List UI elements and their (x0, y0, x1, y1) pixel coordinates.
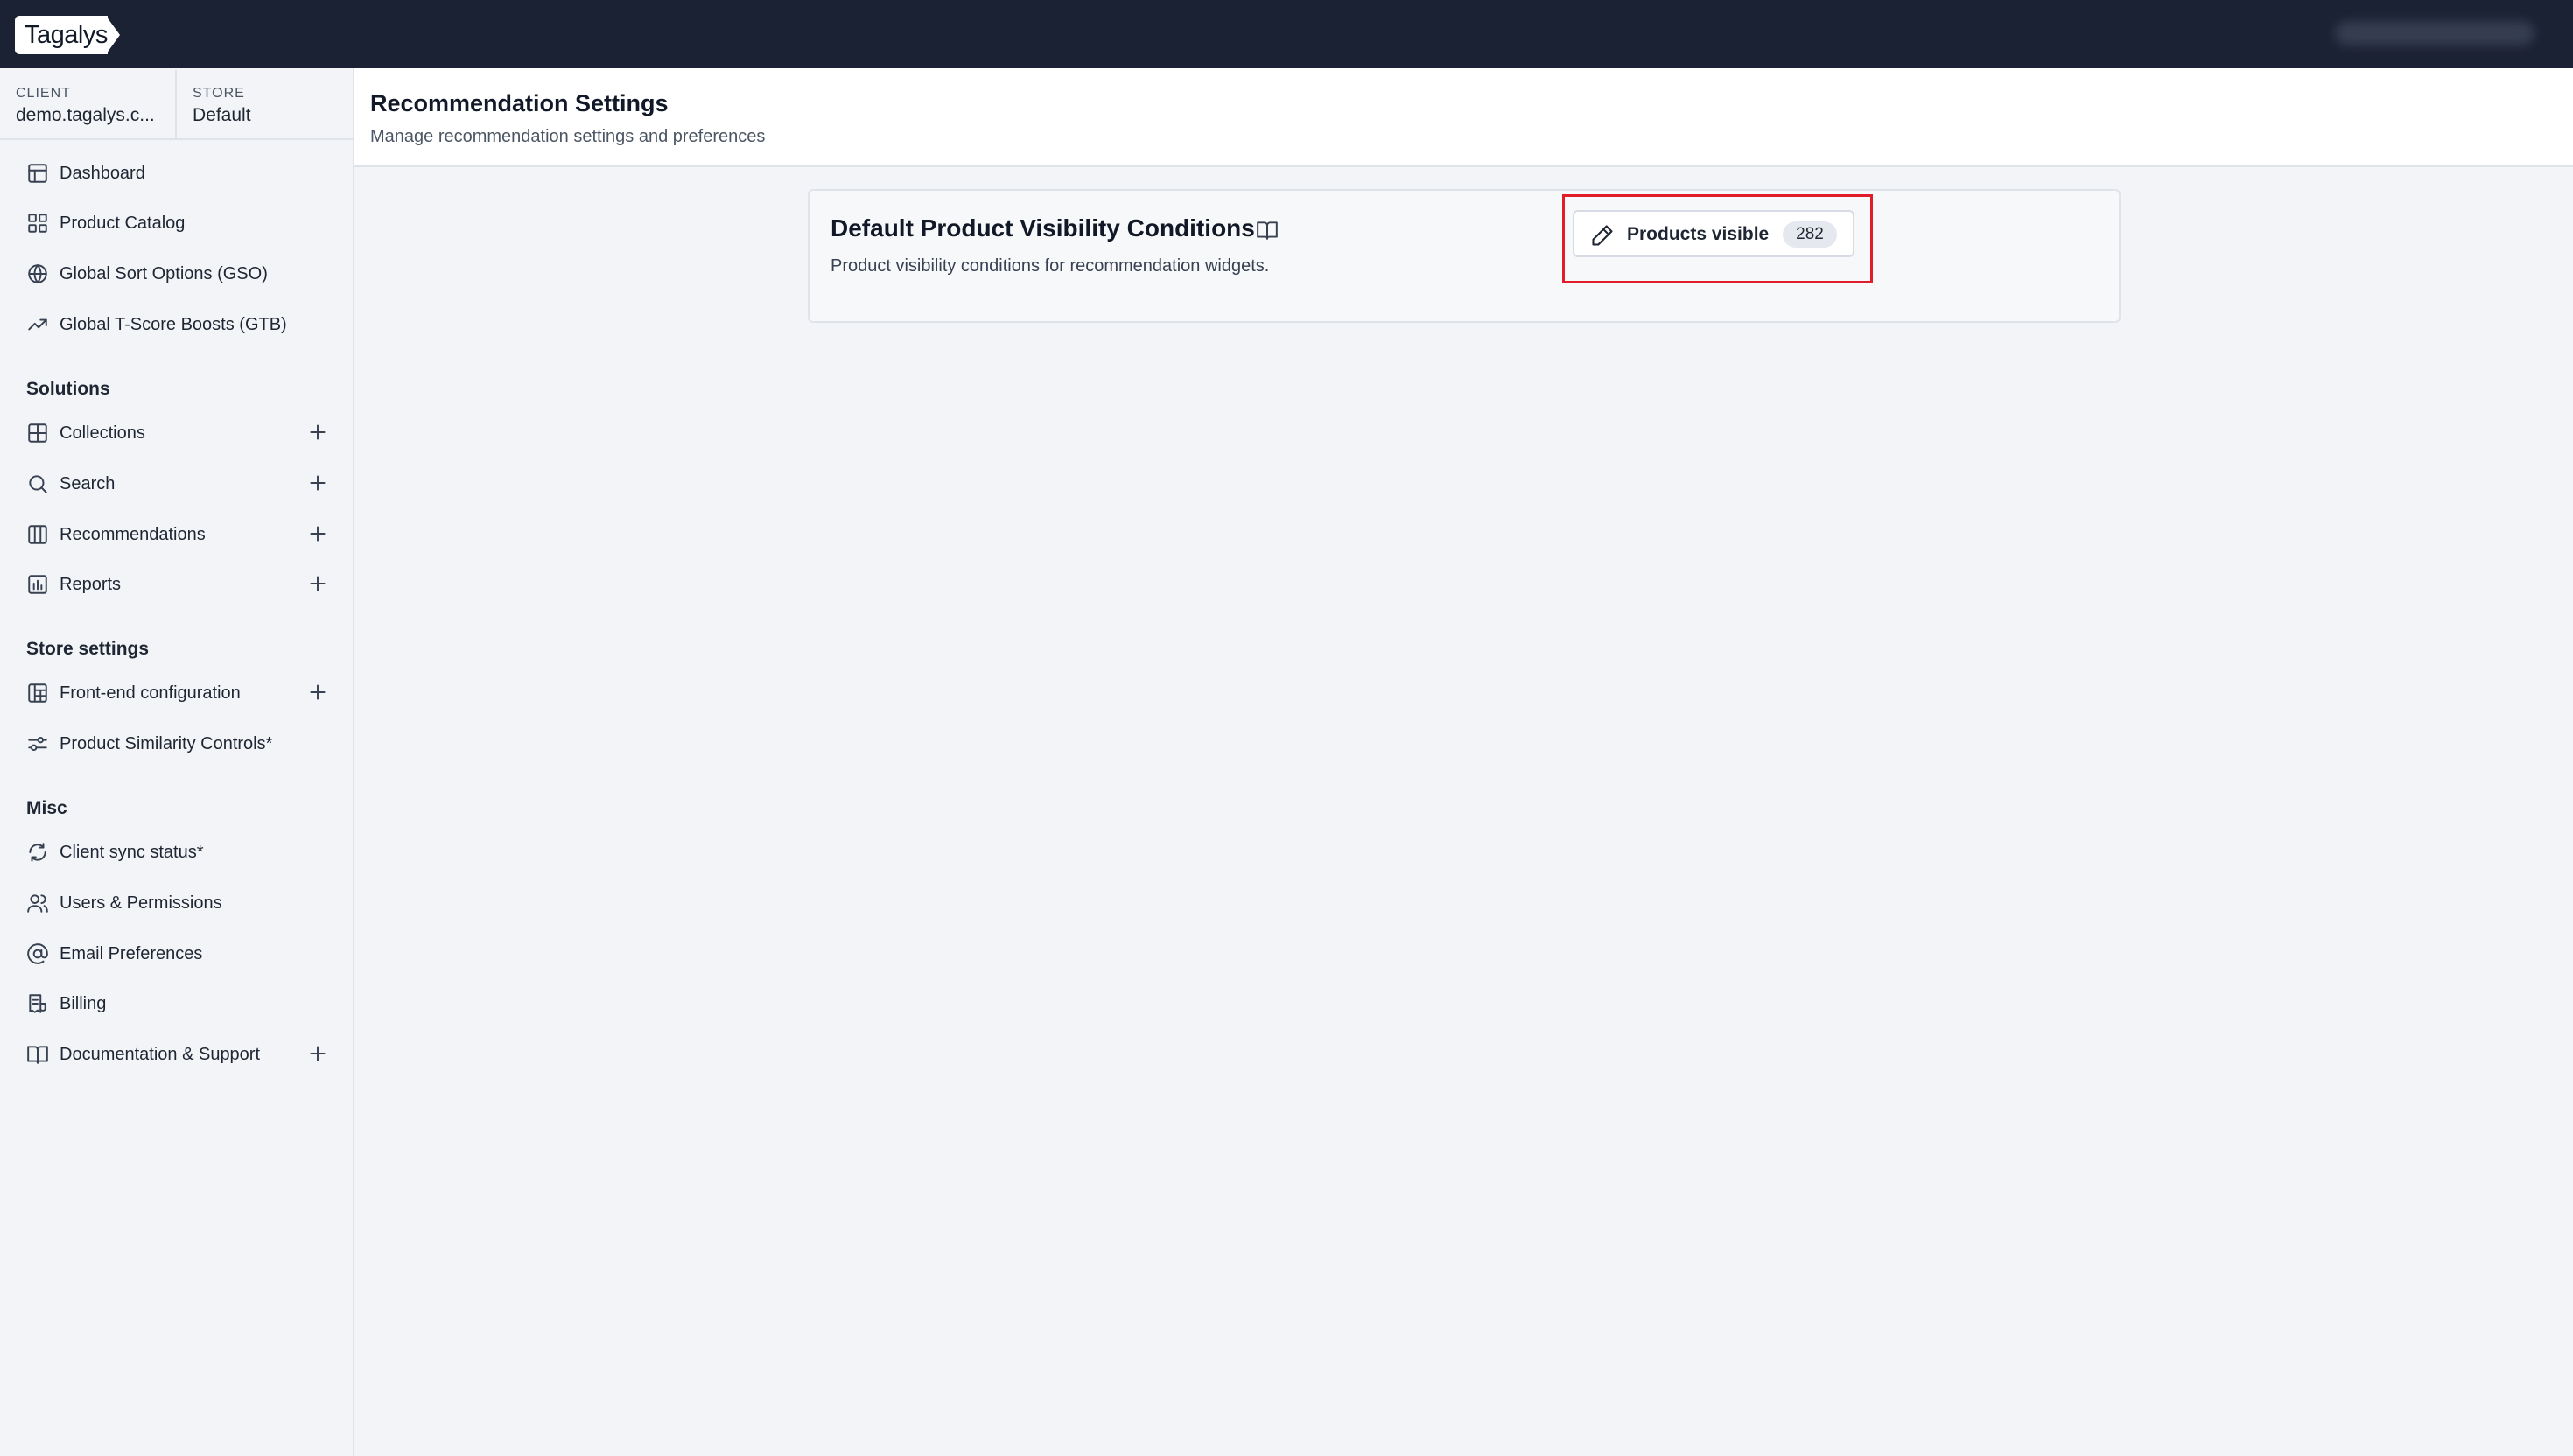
sidebar-item-email-preferences[interactable]: Email Preferences (0, 931, 353, 976)
expand-plus-icon[interactable] (306, 681, 329, 704)
products-visible-button[interactable]: Products visible 282 (1573, 210, 1854, 257)
grid-icon (26, 212, 49, 234)
sidebar-item-recommendations[interactable]: Recommendations (0, 512, 353, 557)
sidebar-item-label: Recommendations (60, 525, 206, 544)
misc-heading: Misc (26, 798, 67, 818)
sliders-icon (26, 732, 49, 755)
sidebar-item-label: Product Similarity Controls* (60, 734, 273, 753)
sidebar-item-label: Collections (60, 424, 145, 443)
sidebar-item-label: Product Catalog (60, 214, 186, 233)
context-switcher: CLIENT demo.tagalys.c... STORE Default (0, 68, 353, 140)
sidebar-item-label: Client sync status* (60, 843, 204, 862)
sidebar-item-gtb[interactable]: Global T-Score Boosts (GTB) (0, 302, 353, 347)
sidebar-item-label: Users & Permissions (60, 893, 222, 913)
products-visible-count-badge: 282 (1783, 221, 1837, 248)
bar-chart-icon (26, 573, 49, 596)
sidebar-item-reports[interactable]: Reports (0, 562, 353, 607)
solutions-heading: Solutions (26, 379, 110, 399)
sidebar-item-label: Front-end configuration (60, 683, 241, 703)
book-open-icon[interactable] (1256, 219, 1279, 242)
sidebar-item-documentation[interactable]: Documentation & Support (0, 1032, 353, 1077)
page-header: Recommendation Settings Manage recommend… (354, 68, 2573, 167)
sidebar-item-similarity-controls[interactable]: Product Similarity Controls* (0, 721, 353, 766)
trending-up-icon (26, 313, 49, 336)
client-label: CLIENT (16, 86, 71, 101)
tagalys-logo[interactable]: Tagalys (15, 16, 122, 54)
store-value: Default (193, 105, 251, 125)
expand-plus-icon[interactable] (306, 472, 329, 494)
sidebar-item-label: Global T-Score Boosts (GTB) (60, 315, 287, 334)
layout-grid-icon (26, 682, 49, 704)
globe-icon (26, 262, 49, 285)
visibility-conditions-card: Default Product Visibility Conditions Pr… (808, 189, 2121, 323)
sidebar-item-billing[interactable]: Billing (0, 981, 353, 1026)
search-icon (26, 472, 49, 495)
store-selector[interactable]: STORE Default (193, 84, 333, 128)
logo-text: Tagalys (25, 21, 108, 49)
layout-icon (26, 162, 49, 185)
book-icon (26, 1043, 49, 1066)
products-visible-label: Products visible (1627, 224, 1770, 244)
client-value: demo.tagalys.c... (16, 105, 155, 125)
page-title: Recommendation Settings (370, 90, 669, 116)
top-bar: Tagalys (0, 0, 2573, 68)
expand-plus-icon[interactable] (306, 421, 329, 444)
expand-plus-icon[interactable] (306, 572, 329, 595)
sidebar-item-collections[interactable]: Collections (0, 410, 353, 456)
client-selector[interactable]: CLIENT demo.tagalys.c... (16, 84, 175, 128)
sidebar-item-label: Reports (60, 575, 122, 594)
sidebar-item-dashboard[interactable]: Dashboard (0, 150, 353, 196)
sidebar-item-frontend-config[interactable]: Front-end configuration (0, 670, 353, 716)
sidebar-item-label: Documentation & Support (60, 1045, 261, 1064)
sidebar: CLIENT demo.tagalys.c... STORE Default D… (0, 68, 354, 1456)
card-title: Default Product Visibility Conditions (831, 214, 1255, 242)
receipt-icon (26, 992, 49, 1015)
users-icon (26, 892, 49, 914)
expand-plus-icon[interactable] (306, 522, 329, 545)
sidebar-item-search[interactable]: Search (0, 461, 353, 507)
expand-plus-icon[interactable] (306, 1042, 329, 1065)
sidebar-item-gso[interactable]: Global Sort Options (GSO) (0, 251, 353, 297)
pencil-icon (1590, 223, 1615, 248)
columns-icon (26, 523, 49, 546)
card-description: Product visibility conditions for recomm… (831, 256, 1270, 276)
table-icon (26, 422, 49, 444)
store-settings-heading: Store settings (26, 639, 150, 659)
sidebar-item-label: Email Preferences (60, 944, 203, 963)
page-subtitle: Manage recommendation settings and prefe… (370, 127, 766, 146)
context-divider (175, 70, 177, 138)
sidebar-item-label: Search (60, 474, 116, 494)
store-label: STORE (193, 86, 245, 101)
user-menu-blurred[interactable] (2335, 21, 2534, 46)
sidebar-item-users-permissions[interactable]: Users & Permissions (0, 880, 353, 926)
at-sign-icon (26, 942, 49, 965)
sidebar-item-label: Dashboard (60, 164, 145, 183)
logo-arrow (106, 16, 120, 54)
sidebar-item-client-sync[interactable]: Client sync status* (0, 830, 353, 875)
sidebar-item-label: Billing (60, 994, 107, 1013)
sidebar-item-label: Global Sort Options (GSO) (60, 264, 268, 284)
sidebar-item-product-catalog[interactable]: Product Catalog (0, 200, 353, 246)
refresh-icon (26, 841, 49, 864)
